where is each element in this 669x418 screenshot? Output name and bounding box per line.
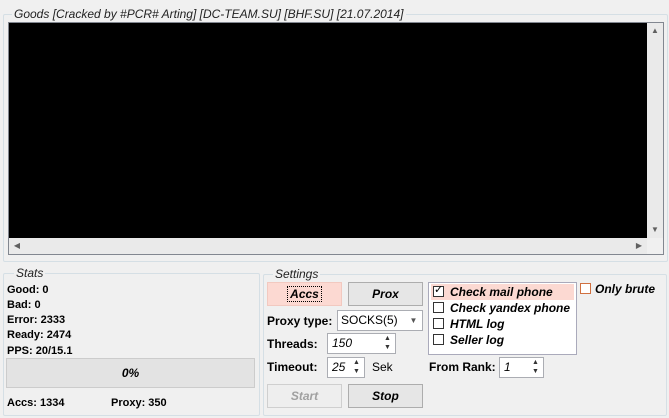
checkbox-icon[interactable] bbox=[580, 283, 591, 295]
checkbox-icon[interactable] bbox=[433, 302, 444, 314]
from-rank-spinner[interactable]: 1 ▲ ▼ bbox=[499, 357, 544, 378]
progress-bar: 0% bbox=[6, 358, 255, 388]
timeout-spinner[interactable]: 25 ▲ ▼ bbox=[327, 357, 365, 378]
spin-arrows-icon[interactable]: ▲ ▼ bbox=[528, 358, 543, 377]
stat-ready: Ready: 2474 bbox=[7, 329, 72, 341]
progress-label: 0% bbox=[121, 366, 140, 380]
checkbox-icon[interactable] bbox=[433, 318, 444, 330]
only-brute-option[interactable]: Only brute bbox=[580, 281, 666, 297]
stat-good: Good: 0 bbox=[7, 284, 49, 296]
stat-pps: PPS: 20/15.1 bbox=[7, 345, 73, 357]
scroll-down-icon[interactable]: ▼ bbox=[647, 222, 663, 238]
proxy-type-value: SOCKS(5) bbox=[341, 313, 398, 327]
settings-title: Settings bbox=[273, 267, 321, 281]
threads-spinner[interactable]: 150 ▲ ▼ bbox=[327, 333, 396, 354]
html-log-label: HTML log bbox=[450, 317, 505, 331]
options-panel: Check mail phone Check yandex phone HTML… bbox=[428, 282, 577, 355]
checkbox-checked-icon[interactable] bbox=[433, 284, 444, 298]
timeout-unit: Sek bbox=[372, 360, 393, 374]
start-button[interactable]: Start bbox=[267, 384, 342, 408]
start-button-label: Start bbox=[290, 389, 319, 403]
prox-button-label: Prox bbox=[372, 287, 399, 301]
stat-bad: Bad: 0 bbox=[7, 299, 41, 311]
stat-proxy: Proxy: 350 bbox=[111, 397, 167, 409]
accs-button[interactable]: Accs bbox=[267, 282, 342, 306]
scroll-corner bbox=[647, 238, 663, 254]
timeout-label: Timeout: bbox=[267, 360, 318, 374]
checkbox-icon[interactable] bbox=[433, 334, 444, 346]
stats-title: Stats bbox=[14, 266, 46, 280]
goods-log[interactable]: ▲ ▼ ◀ ▶ bbox=[8, 22, 664, 255]
horizontal-scrollbar[interactable]: ◀ ▶ bbox=[9, 238, 647, 254]
html-log-option[interactable]: HTML log bbox=[431, 316, 574, 332]
chevron-down-icon[interactable]: ▼ bbox=[405, 311, 422, 330]
threads-value: 150 bbox=[332, 336, 353, 350]
check-yandex-phone-label: Check yandex phone bbox=[450, 301, 571, 315]
stop-button-label: Stop bbox=[372, 389, 399, 403]
check-mail-phone-label: Check mail phone bbox=[450, 285, 553, 299]
scroll-up-icon[interactable]: ▲ bbox=[647, 23, 663, 39]
timeout-value: 25 bbox=[332, 360, 346, 374]
stop-button[interactable]: Stop bbox=[348, 384, 423, 408]
threads-label: Threads: bbox=[267, 337, 318, 351]
accs-button-label: Accs bbox=[287, 286, 322, 302]
stat-error: Error: 2333 bbox=[7, 314, 66, 326]
from-rank-value: 1 bbox=[504, 360, 511, 374]
spin-arrows-icon[interactable]: ▲ ▼ bbox=[380, 334, 395, 353]
check-yandex-phone-option[interactable]: Check yandex phone bbox=[431, 300, 574, 316]
proxy-type-select[interactable]: SOCKS(5) ▼ bbox=[337, 310, 423, 331]
prox-button[interactable]: Prox bbox=[348, 282, 423, 306]
proxy-type-label: Proxy type: bbox=[267, 314, 333, 328]
seller-log-option[interactable]: Seller log bbox=[431, 332, 574, 348]
goods-title: Goods [Cracked by #PCR# Arting] [DC-TEAM… bbox=[12, 7, 406, 21]
from-rank-label: From Rank: bbox=[429, 360, 496, 374]
scroll-right-icon[interactable]: ▶ bbox=[631, 238, 647, 254]
only-brute-label: Only brute bbox=[595, 282, 656, 296]
spin-arrows-icon[interactable]: ▲ ▼ bbox=[349, 358, 364, 377]
seller-log-label: Seller log bbox=[450, 333, 505, 347]
stat-accs: Accs: 1334 bbox=[7, 397, 65, 409]
vertical-scrollbar[interactable]: ▲ ▼ bbox=[647, 23, 663, 238]
check-mail-phone-option[interactable]: Check mail phone bbox=[431, 284, 574, 300]
scroll-left-icon[interactable]: ◀ bbox=[9, 238, 25, 254]
